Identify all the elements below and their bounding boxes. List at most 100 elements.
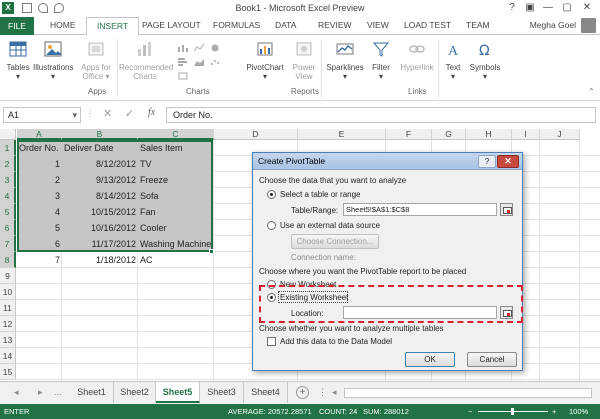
table-cell[interactable]: 2: [17, 172, 62, 188]
tab-insert[interactable]: INSERT: [86, 17, 140, 36]
choose-connection-button[interactable]: Choose Connection...: [291, 234, 379, 249]
tables-button[interactable]: Tables ▾: [3, 37, 33, 81]
add-data-model-label[interactable]: Add this data to the Data Model: [280, 337, 392, 346]
minimize-button[interactable]: —: [541, 1, 555, 15]
text-button[interactable]: A Text ▾: [441, 37, 465, 81]
tab-file[interactable]: FILE: [0, 17, 34, 35]
column-header-e[interactable]: E: [298, 129, 386, 140]
horizontal-scrollbar[interactable]: [344, 388, 592, 398]
row-header-3[interactable]: 3: [0, 172, 16, 188]
line-chart-icon[interactable]: [194, 44, 204, 52]
restore-button[interactable]: ▢: [560, 1, 574, 15]
column-header-c[interactable]: C: [138, 129, 214, 140]
apps-for-office-button[interactable]: Apps for Office ▾: [77, 37, 115, 81]
column-header-j[interactable]: J: [540, 129, 580, 140]
avatar[interactable]: [581, 18, 596, 33]
row-header-14[interactable]: 14: [0, 348, 16, 364]
existing-worksheet-radio[interactable]: [267, 293, 276, 302]
header-cell[interactable]: Sales Item: [138, 140, 214, 156]
sheet-tab-sheet1[interactable]: Sheet1: [70, 382, 114, 403]
insert-function-icon[interactable]: fx: [148, 107, 155, 118]
recommended-charts-button[interactable]: Recommended Charts: [119, 37, 173, 81]
row-header-1[interactable]: 1: [0, 140, 16, 156]
table-cell[interactable]: 1: [17, 156, 62, 172]
scatter-chart-icon[interactable]: [210, 58, 220, 66]
table-cell[interactable]: 10/15/2012: [62, 204, 138, 220]
zoom-out-icon[interactable]: −: [468, 404, 472, 419]
pie-chart-icon[interactable]: [210, 44, 220, 52]
tab-page-layout[interactable]: PAGE LAYOUT: [142, 20, 201, 30]
table-cell[interactable]: Cooler: [138, 220, 214, 236]
help-icon[interactable]: ?: [505, 1, 519, 15]
sheet-prev-icon[interactable]: ◂: [14, 387, 19, 398]
pivotchart-button[interactable]: PivotChart ▾: [243, 37, 287, 81]
table-cell[interactable]: 9/13/2012: [62, 172, 138, 188]
sparklines-button[interactable]: Sparklines ▾: [324, 37, 366, 81]
header-cell[interactable]: Deliver Date: [62, 140, 138, 156]
power-view-button[interactable]: Power View: [289, 37, 319, 81]
table-cell[interactable]: Fan: [138, 204, 214, 220]
tab-home[interactable]: HOME: [50, 20, 76, 30]
new-worksheet-label[interactable]: New Worksheet: [280, 280, 336, 289]
row-header-2[interactable]: 2: [0, 156, 16, 172]
name-box[interactable]: A1 ▾: [3, 107, 81, 123]
table-cell[interactable]: Sofa: [138, 188, 214, 204]
table-cell[interactable]: AC: [138, 252, 214, 268]
table-cell[interactable]: Washing Machine: [138, 236, 214, 252]
sheet-tab-sheet4[interactable]: Sheet4: [244, 382, 288, 403]
zoom-slider-thumb[interactable]: [511, 408, 514, 415]
table-cell[interactable]: 7: [17, 252, 62, 268]
hyperlink-button[interactable]: Hyperlink: [398, 37, 436, 72]
external-source-label[interactable]: Use an external data source: [280, 221, 380, 230]
new-worksheet-radio[interactable]: [267, 280, 276, 289]
table-cell[interactable]: 10/16/2012: [62, 220, 138, 236]
table-cell[interactable]: TV: [138, 156, 214, 172]
collapse-ribbon-icon[interactable]: ⌃: [588, 87, 595, 96]
zoom-in-icon[interactable]: +: [552, 404, 556, 419]
row-header-13[interactable]: 13: [0, 332, 16, 348]
tab-split-icon[interactable]: ⋮: [318, 387, 327, 398]
table-cell[interactable]: 5: [17, 220, 62, 236]
row-header-9[interactable]: 9: [0, 268, 16, 284]
other-charts-icon[interactable]: [178, 72, 188, 80]
collapse-dialog-icon[interactable]: [500, 203, 513, 216]
column-chart-icon[interactable]: [178, 44, 188, 52]
select-all-corner[interactable]: [0, 129, 16, 140]
existing-worksheet-label[interactable]: Existing Worksheet: [280, 293, 348, 302]
sheet-more-icon[interactable]: ...: [54, 387, 62, 397]
column-header-g[interactable]: G: [432, 129, 466, 140]
column-header-a[interactable]: A: [17, 129, 62, 140]
filter-button[interactable]: Filter ▾: [368, 37, 394, 81]
area-chart-icon[interactable]: [194, 58, 204, 66]
add-data-model-checkbox[interactable]: [267, 337, 276, 346]
tab-data[interactable]: DATA: [275, 20, 296, 30]
sheet-tab-sheet3[interactable]: Sheet3: [200, 382, 244, 403]
dialog-help-button[interactable]: ?: [478, 155, 496, 168]
tab-view[interactable]: VIEW: [367, 20, 389, 30]
row-header-10[interactable]: 10: [0, 284, 16, 300]
row-header-4[interactable]: 4: [0, 188, 16, 204]
column-header-f[interactable]: F: [386, 129, 432, 140]
row-header-8[interactable]: 8: [0, 252, 16, 268]
row-header-6[interactable]: 6: [0, 220, 16, 236]
chevron-down-icon[interactable]: ▾: [72, 110, 77, 121]
sheet-tab-sheet2[interactable]: Sheet2: [114, 382, 156, 403]
row-header-5[interactable]: 5: [0, 204, 16, 220]
header-cell[interactable]: Order No.: [17, 140, 62, 156]
illustrations-button[interactable]: Illustrations ▾: [33, 37, 73, 81]
symbols-button[interactable]: Ω Symbols ▾: [469, 37, 501, 81]
cancel-button[interactable]: Cancel: [467, 352, 517, 367]
row-header-15[interactable]: 15: [0, 364, 16, 380]
ok-button[interactable]: OK: [405, 352, 455, 367]
user-name[interactable]: Megha Goel: [530, 20, 576, 30]
row-header-12[interactable]: 12: [0, 316, 16, 332]
table-cell[interactable]: 6: [17, 236, 62, 252]
sheet-next-icon[interactable]: ▸: [38, 387, 43, 398]
column-header-i[interactable]: I: [512, 129, 540, 140]
tab-team[interactable]: TEAM: [466, 20, 490, 30]
sheet-tab-sheet5[interactable]: Sheet5: [156, 382, 200, 403]
dialog-title-bar[interactable]: Create PivotTable ? ✕: [253, 153, 522, 170]
table-cell[interactable]: Freeze: [138, 172, 214, 188]
column-header-b[interactable]: B: [62, 129, 138, 140]
tab-review[interactable]: REVIEW: [318, 20, 352, 30]
